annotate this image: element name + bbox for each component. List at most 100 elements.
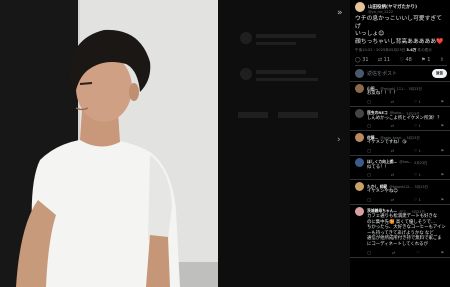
reply-comment-icon[interactable]: ◯ bbox=[367, 123, 371, 128]
reply-avatar[interactable] bbox=[355, 133, 364, 143]
reply-text: しんめかっこよ所とイケメン所演！？ bbox=[367, 116, 447, 122]
reply-item[interactable]: たかし 師範 @takashi12… 5月23日 イケメンやね😊 ◯ ⇄ ♡ 1… bbox=[350, 180, 450, 205]
reply-comment-icon[interactable]: ◯ bbox=[367, 99, 371, 104]
reply-input[interactable]: 返信をポスト bbox=[367, 70, 432, 77]
reply-like-icon[interactable]: ♡ 1 bbox=[414, 148, 421, 153]
reply-avatar[interactable] bbox=[355, 84, 364, 93]
post-text-line: いっしょ😊 bbox=[355, 31, 385, 37]
reply-text: イケメンやね😊 bbox=[367, 189, 447, 195]
reply-bookmark-icon[interactable]: ⚑ bbox=[441, 172, 444, 177]
reply-text: カフェ通りも松満建デートも好きな のに集中先🥰 高くて優しそうで… ちかったら、大好… bbox=[367, 214, 447, 248]
reply-comment-icon[interactable]: ◯ bbox=[367, 197, 371, 202]
post-timestamp[interactable]: 午後10:52・2025年05月23日 bbox=[355, 48, 405, 52]
reply-repost-icon[interactable]: ⇄ bbox=[391, 99, 394, 104]
reply-avatar[interactable] bbox=[355, 182, 364, 192]
repost-count: 11 bbox=[383, 57, 391, 63]
reply-text-line: にコーディネートしてくれるが bbox=[367, 241, 428, 247]
reply-bookmark-icon[interactable]: ⚑ bbox=[441, 148, 444, 153]
reply-like-icon[interactable]: ♡ 1 bbox=[414, 172, 421, 177]
post-text: ウチの息かっこいいし可愛すぎてげ いっしょ😊 顔ちっちゃいし背高あああああ❤️ bbox=[355, 16, 447, 46]
bookmark-count: 1 bbox=[427, 57, 431, 63]
reply-repost-icon[interactable]: ⇄ bbox=[392, 250, 395, 255]
repost-button[interactable]: ⇄ 11 bbox=[378, 57, 390, 63]
post-views-label: 件の表示 bbox=[417, 48, 432, 52]
reply-repost-icon[interactable]: ⇄ bbox=[391, 197, 394, 202]
reply-avatar[interactable] bbox=[355, 206, 364, 216]
my-avatar bbox=[355, 69, 364, 78]
reply-actions: ◯ ⇄ ♡ 1 ⚑ bbox=[367, 148, 444, 153]
collapse-icon[interactable]: » bbox=[337, 8, 343, 18]
reply-comment-icon[interactable]: ◯ bbox=[367, 250, 371, 255]
reply-date[interactable]: 5月23日 bbox=[414, 160, 427, 165]
reply-bookmark-icon[interactable]: ⚑ bbox=[441, 250, 444, 255]
reply-like-count: 1 bbox=[418, 172, 421, 178]
reply-text-line: お友ね！！！！ bbox=[367, 91, 398, 96]
reply-count: 31 bbox=[362, 57, 369, 63]
reply-repost-icon[interactable]: ⇄ bbox=[391, 123, 394, 128]
reply-like-icon[interactable]: ♡ 1 bbox=[414, 123, 421, 128]
reply-text-line: イケメンですね！😘 bbox=[367, 140, 407, 146]
ghost-overlay bbox=[238, 32, 318, 118]
reply-list: 山田… @miyaki_111… 5月23日 お友ね！！！！ ◯ ⇄ ♡ 1 ⚑… bbox=[350, 82, 450, 258]
bookmark-button[interactable]: ⚑ 1 bbox=[421, 57, 430, 63]
reply-like-icon[interactable]: ♡ bbox=[416, 250, 419, 255]
reply-bookmark-icon[interactable]: ⚑ bbox=[441, 197, 444, 202]
reply-actions: ◯ ⇄ ♡ 1 ⚑ bbox=[367, 197, 444, 202]
reply-item[interactable]: 佐藤… @sato_kaori… 5月23日 イケメンですね！😘 ◯ ⇄ ♡ 1… bbox=[350, 131, 450, 156]
reply-item[interactable]: 茨城義母ちゃん… @ス… 5月23日 カフェ通りも松満建デートも好きな のに集中先… bbox=[350, 205, 450, 258]
reply-date[interactable]: 5月23日 bbox=[406, 111, 419, 116]
reply-actions: ◯ ⇄ ♡ 1 ⚑ bbox=[367, 99, 444, 104]
post-views: 3.4万 bbox=[406, 48, 417, 52]
reply-text-line: ちかったら、大好きなコーヒーもアイシ bbox=[367, 225, 446, 231]
main-post: 山田役柄(ヤマガたかり) @ya_rrd_2222 ウチの息かっこいいし可愛すぎ… bbox=[350, 0, 450, 66]
reply-avatar[interactable] bbox=[355, 157, 364, 167]
reply-avatar[interactable] bbox=[355, 108, 364, 118]
next-icon[interactable]: › bbox=[337, 135, 341, 145]
reply-bookmark-icon[interactable]: ⚑ bbox=[441, 123, 444, 128]
post-actions: ◯ 31 ⇄ 11 ♡ 48 ⚑ 1 ⇪ bbox=[355, 53, 447, 66]
reply-text: お友ね！！！！ bbox=[367, 91, 447, 97]
reply-like-count: 1 bbox=[418, 98, 421, 104]
reply-text: イケメンですね！😘 bbox=[367, 140, 447, 146]
share-icon[interactable]: ⇪ bbox=[440, 57, 444, 63]
post-photo[interactable] bbox=[0, 0, 218, 287]
reply-item[interactable]: ほしくカ向上委… @hos… 5月23日 似てる！！ ◯ ⇄ ♡ 1 ⚑ bbox=[350, 156, 450, 181]
reply-composer: 返信をポスト 返信 bbox=[350, 66, 450, 82]
reply-handle[interactable]: @miyaki_111… bbox=[380, 87, 406, 91]
reply-date[interactable]: 5月23日 bbox=[407, 135, 420, 140]
reply-like-icon[interactable]: ♡ 1 bbox=[414, 99, 421, 104]
reply-text-line: しんめかっこよ所とイケメン所演！？ bbox=[367, 115, 442, 121]
author-handle[interactable]: @ya_rrd_2222 bbox=[368, 10, 447, 14]
author-avatar[interactable] bbox=[355, 2, 365, 12]
like-count: 48 bbox=[405, 57, 412, 63]
photo-illustration bbox=[0, 0, 218, 287]
reply-like-count: 1 bbox=[418, 147, 421, 153]
post-text-line: ウチの息かっこいいし可愛すぎてげ bbox=[355, 16, 442, 30]
reply-like-count: 1 bbox=[418, 196, 421, 202]
reply-comment-icon[interactable]: ◯ bbox=[367, 172, 371, 177]
reply-repost-icon[interactable]: ⇄ bbox=[391, 148, 394, 153]
reply-like-icon[interactable]: ♡ 1 bbox=[414, 197, 421, 202]
reply-item[interactable]: 山田… @miyaki_111… 5月23日 お友ね！！！！ ◯ ⇄ ♡ 1 ⚑ bbox=[350, 82, 450, 107]
reply-text-line: イケメンやね😊 bbox=[367, 189, 398, 195]
post-text-line: 顔ちっちゃいし背高あああああ❤️ bbox=[355, 38, 444, 45]
reply-button[interactable]: ◯ 31 bbox=[355, 57, 369, 63]
reply-actions: ◯ ⇄ ♡ ⚑ bbox=[367, 250, 444, 255]
reply-text: 似てる！！ bbox=[367, 165, 447, 171]
reply-date[interactable]: 5月23日 bbox=[409, 86, 422, 91]
reply-date[interactable]: 5月23日 bbox=[415, 184, 428, 189]
reply-comment-icon[interactable]: ◯ bbox=[367, 148, 371, 153]
reply-repost-icon[interactable]: ⇄ bbox=[391, 172, 394, 177]
reply-text-line: カフェ通りも松満建デートも好きな bbox=[367, 213, 438, 219]
reply-submit-button[interactable]: 返信 bbox=[432, 69, 447, 78]
post-sidebar: 山田役柄(ヤマガたかり) @ya_rrd_2222 ウチの息かっこいいし可愛すぎ… bbox=[350, 0, 450, 287]
reply-bookmark-icon[interactable]: ⚑ bbox=[441, 99, 444, 104]
reply-like-count: 1 bbox=[418, 123, 421, 129]
reply-handle[interactable]: @hos… bbox=[399, 160, 412, 164]
reply-actions: ◯ ⇄ ♡ 1 ⚑ bbox=[367, 123, 444, 128]
reply-text-line: 似てる！！ bbox=[367, 164, 389, 170]
reply-item[interactable]: 昆虫のREコ @koko… 5月23日 しんめかっこよ所とイケメン所演！？ ◯ … bbox=[350, 107, 450, 132]
reply-actions: ◯ ⇄ ♡ 1 ⚑ bbox=[367, 172, 444, 177]
reply-handle[interactable]: @koko… bbox=[390, 111, 405, 115]
like-button[interactable]: ♡ 48 bbox=[399, 57, 411, 63]
